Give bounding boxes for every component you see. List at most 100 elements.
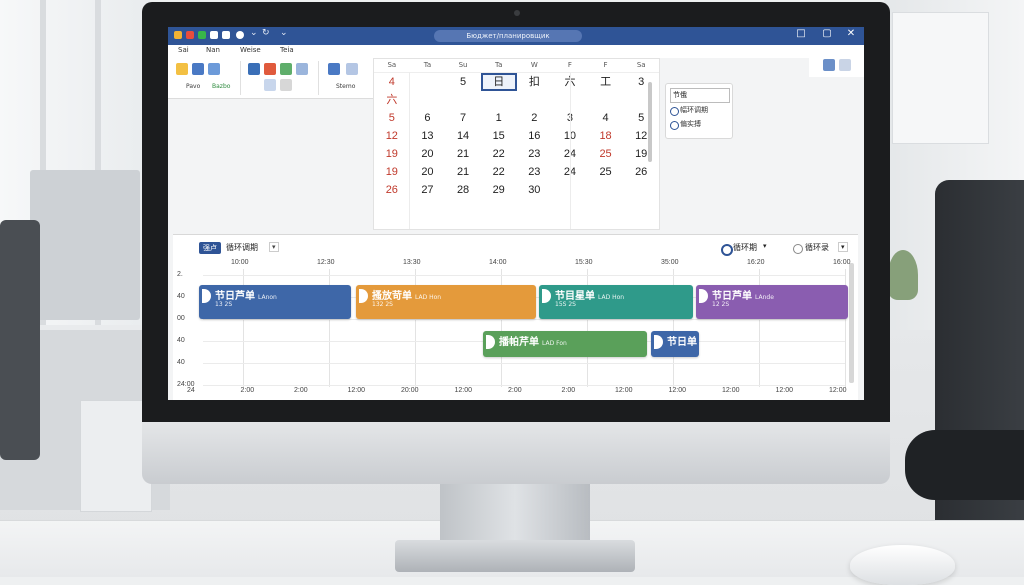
calendar-day[interactable]: 26 (374, 181, 410, 199)
chevron-down-icon[interactable]: ▾ (269, 242, 279, 252)
calendar-day[interactable]: 12 (623, 127, 659, 145)
calendar-day[interactable]: 29 (481, 181, 517, 199)
undo-icon[interactable] (222, 31, 230, 39)
calendar-day[interactable]: 6 (410, 109, 446, 127)
calendar-weekday-header: Sa (623, 59, 659, 73)
calendar-day[interactable]: 21 (445, 145, 481, 163)
table-icon[interactable] (248, 63, 260, 75)
quick-access-icon[interactable] (236, 31, 244, 39)
calendar-day[interactable]: 12 (374, 127, 410, 145)
calendar-day[interactable]: 5 (445, 73, 481, 91)
calendar-day[interactable]: 21 (445, 163, 481, 181)
schedule-tag[interactable]: 强卢 (199, 242, 221, 254)
schedule-event[interactable]: 播帕芹单 LAD Fon (483, 331, 647, 357)
computer-mouse (850, 545, 955, 585)
schedule-event[interactable]: 节日芦单 LAnde 12 2S (696, 285, 848, 319)
chevron-down-icon[interactable]: ⌄ (250, 28, 258, 38)
camera-icon (514, 10, 520, 16)
calendar-day[interactable]: 14 (445, 127, 481, 145)
calendar-scrollbar[interactable] (648, 82, 652, 162)
calendar-day[interactable]: 1 (481, 109, 517, 127)
copy-icon[interactable] (208, 63, 220, 75)
schedule-event[interactable]: 节日单 (651, 331, 699, 357)
calendar-day[interactable]: 19 (623, 145, 659, 163)
red-icon[interactable] (186, 31, 194, 39)
image-icon[interactable] (280, 63, 292, 75)
share-icon[interactable] (823, 59, 835, 71)
dropdown-icon[interactable]: ⌄ (280, 28, 288, 38)
calendar-day[interactable]: 15 (481, 127, 517, 145)
calendar-day[interactable]: 23 (517, 163, 553, 181)
radio-button[interactable] (793, 244, 803, 254)
calendar-day[interactable]: 27 (410, 181, 446, 199)
calendar-day[interactable]: 20 (410, 163, 446, 181)
schedule-scrollbar[interactable] (849, 263, 854, 383)
text-icon[interactable] (264, 79, 276, 91)
calendar-day[interactable]: 5 (623, 109, 659, 127)
menu-item[interactable]: Nan (206, 46, 220, 54)
save-icon[interactable] (210, 31, 218, 39)
menu-item[interactable]: Weise (240, 46, 261, 54)
calendar-day[interactable]: 22 (481, 145, 517, 163)
calendar-day[interactable]: 18 (588, 127, 624, 145)
minimize-button[interactable]: □ (794, 28, 808, 39)
calendar-day[interactable]: 六 (374, 91, 410, 109)
calendar-day[interactable]: 25 (588, 163, 624, 181)
calendar-day[interactable]: 30 (517, 181, 553, 199)
calendar-day[interactable]: 22 (481, 163, 517, 181)
calendar-day[interactable]: 4 (374, 73, 410, 91)
calendar-day[interactable]: 4 (588, 109, 624, 127)
schedule-event[interactable]: 搔放苛单 LAD Hon 132 2S (356, 285, 536, 319)
event-title: 节日芦单 LAnon (215, 287, 277, 302)
close-button[interactable]: ✕ (844, 28, 858, 39)
shape-icon[interactable] (296, 63, 308, 75)
app-icon[interactable] (174, 31, 182, 39)
menu-item[interactable]: Sai (178, 46, 189, 54)
settings-icon[interactable] (328, 63, 340, 75)
time-axis-label: 12:00 (829, 387, 847, 394)
time-axis-label: 16:20 (747, 259, 765, 266)
green-icon[interactable] (198, 31, 206, 39)
options-input[interactable]: 节俄 (670, 88, 730, 103)
calendar-day[interactable]: 扣 (517, 73, 553, 91)
calendar-day[interactable]: 7 (445, 109, 481, 127)
calendar-empty-cell (410, 73, 446, 91)
view-icon[interactable] (346, 63, 358, 75)
schedule-event[interactable]: 节目星单 LAD Hon 15S 2S (539, 285, 693, 319)
calendar-day[interactable]: 26 (623, 163, 659, 181)
calendar-empty-cell (445, 91, 481, 109)
calendar-day[interactable]: 5 (374, 109, 410, 127)
link-icon[interactable] (280, 79, 292, 91)
calendar-day[interactable]: 3 (623, 73, 659, 91)
radio-button[interactable] (721, 244, 733, 256)
schedule-event[interactable]: 节日芦单 LAnon 13 2S (199, 285, 351, 319)
calendar-day[interactable]: 19 (374, 163, 410, 181)
radio-button[interactable] (670, 107, 679, 116)
maximize-button[interactable]: ▢ (820, 28, 834, 39)
calendar-empty-cell (481, 91, 517, 109)
row-axis-label: 40 (177, 337, 185, 344)
chevron-down-icon[interactable]: ▾ (838, 242, 848, 252)
redo-icon[interactable]: ↻ (262, 28, 270, 38)
calendar-day[interactable]: 16 (517, 127, 553, 145)
chart-icon[interactable] (264, 63, 276, 75)
time-axis-label: 2:00 (508, 387, 522, 394)
paste-icon[interactable] (176, 63, 188, 75)
menu-item[interactable]: Teia (280, 46, 294, 54)
calendar-day[interactable]: 25 (588, 145, 624, 163)
time-axis-label: 12:00 (775, 387, 794, 394)
radio-button[interactable] (670, 121, 679, 130)
chevron-down-icon[interactable]: ▾ (763, 242, 767, 250)
calendar-day[interactable]: 日 (480, 73, 517, 91)
calendar-day[interactable]: 13 (410, 127, 446, 145)
window-title: Бюджет/планировщик (434, 30, 582, 42)
calendar-day[interactable]: 2 (517, 109, 553, 127)
calendar-day[interactable]: 23 (517, 145, 553, 163)
calendar-day[interactable]: 工 (588, 73, 624, 91)
format-icon[interactable] (192, 63, 204, 75)
calendar-day[interactable]: 28 (445, 181, 481, 199)
calendar-day[interactable]: 20 (410, 145, 446, 163)
row-gridline (203, 275, 845, 276)
calendar-day[interactable]: 19 (374, 145, 410, 163)
comment-icon[interactable] (839, 59, 851, 71)
